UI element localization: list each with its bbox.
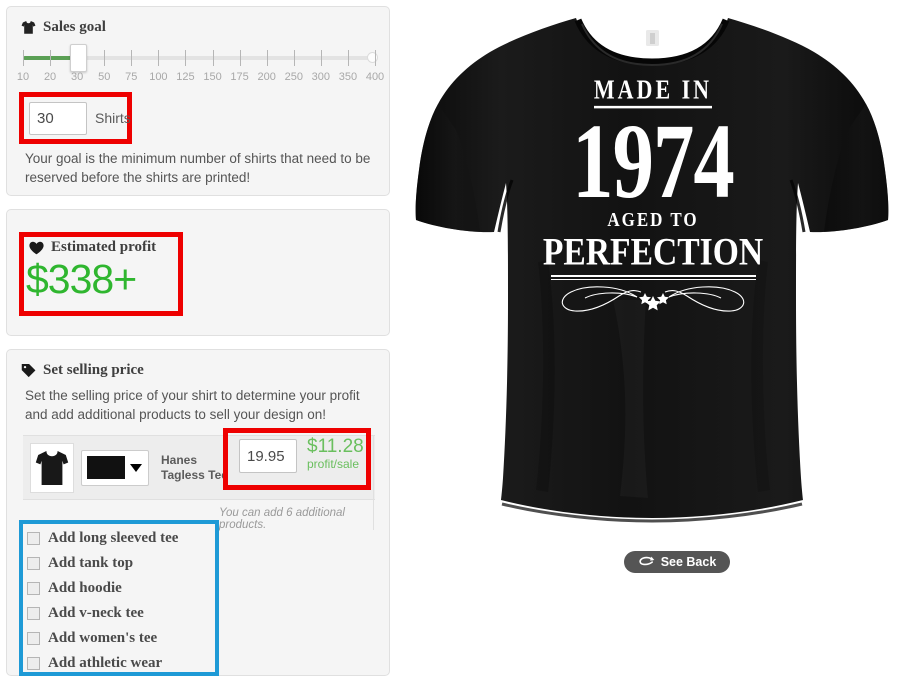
additional-product-label: Add long sleeved tee (48, 530, 179, 546)
estimated-profit-panel: Estimated profit $338+ (6, 209, 390, 336)
slider-tick (104, 50, 106, 66)
slider-tick (320, 50, 322, 66)
slider-tick-labels: 10 20 30 50 75 100 125 150 175 200 250 300 350 400 (17, 71, 385, 87)
additional-products-checklist: Add long sleeved tee Add tank top Add hood… (27, 526, 215, 676)
sales-goal-panel: Sales goal 10 20 30 50 75 100 125 150 175 200 250 3… (6, 6, 390, 196)
slider-tick (212, 50, 214, 66)
product-thumbnail (30, 442, 74, 493)
slider-tick (347, 50, 349, 66)
slider-tick-label: 150 (203, 71, 222, 83)
slider-tick-label: 200 (257, 71, 276, 83)
shirts-unit-label: Shirts (95, 110, 131, 126)
sales-goal-title: Sales goal (43, 19, 106, 35)
slider-tick (293, 50, 295, 66)
additional-products-note: You can add 6 additional products. (219, 507, 345, 531)
additional-product-item[interactable]: Add athletic wear (27, 651, 215, 676)
selling-price-input[interactable] (239, 439, 297, 473)
sales-goal-slider[interactable] (23, 44, 378, 72)
slider-tick-label: 10 (16, 71, 30, 83)
additional-product-label: Add women's tee (48, 630, 158, 646)
slider-end-knob (367, 52, 378, 63)
slider-tick-label: 50 (98, 71, 111, 83)
slider-tick-label: 125 (176, 71, 195, 83)
slider-tick-label: 250 (284, 71, 303, 83)
additional-product-item[interactable]: Add hoodie (27, 576, 215, 601)
slider-tick-label: 30 (71, 71, 84, 83)
tshirt-mockup-image (415, 18, 889, 523)
slider-tick (23, 50, 24, 66)
left-settings-column: Sales goal 10 20 30 50 75 100 125 150 175 200 250 3… (6, 6, 390, 676)
slider-tick (50, 50, 52, 66)
estimated-profit-title: Estimated profit (51, 239, 157, 255)
additional-product-item[interactable]: Add v-neck tee (27, 601, 215, 626)
slider-tick-label: 100 (149, 71, 168, 83)
shirt-preview: MADE IN 1974 AGED TO PERFECTION See Back (398, 0, 905, 676)
slider-tick (131, 50, 133, 66)
sales-goal-help-text: Your goal is the minimum number of shirt… (25, 151, 371, 185)
slider-tick-label: 175 (230, 71, 249, 83)
checkbox[interactable] (27, 632, 40, 645)
additional-product-label: Add v-neck tee (48, 605, 144, 621)
checkbox[interactable] (27, 657, 40, 670)
additional-product-item[interactable]: Add long sleeved tee (27, 526, 215, 551)
additional-product-label: Add hoodie (48, 580, 122, 596)
profit-per-sale-label: profit/sale (307, 457, 360, 471)
checkbox[interactable] (27, 557, 40, 570)
slider-tick (185, 50, 187, 66)
slider-tick-label: 350 (338, 71, 358, 83)
price-tag-icon (21, 363, 36, 378)
selling-price-description: Set the selling price of your shirt to d… (25, 388, 360, 422)
checkbox[interactable] (27, 607, 40, 620)
tshirt-icon (21, 20, 36, 35)
checkbox[interactable] (27, 582, 40, 595)
profit-per-sale-amount: $11.28 (307, 436, 364, 457)
shirts-count-input[interactable] (29, 102, 87, 135)
slider-tick (266, 50, 268, 66)
slider-tick-label: 75 (125, 71, 138, 83)
slider-fill (23, 56, 75, 60)
slider-tick (158, 50, 160, 66)
slider-thumb[interactable] (70, 44, 87, 72)
estimated-profit-amount: $338+ (26, 256, 137, 302)
chevron-down-icon (130, 463, 142, 472)
slider-tick-label: 20 (43, 71, 57, 83)
see-back-label: See Back (660, 555, 717, 569)
additional-product-item[interactable]: Add tank top (27, 551, 215, 576)
additional-product-label: Add tank top (48, 555, 134, 571)
slider-tick-label: 400 (365, 71, 385, 83)
profit-per-sale: $11.28 profit/sale (307, 436, 364, 471)
selling-price-heading: Set selling price (21, 362, 144, 379)
slider-tick (239, 50, 241, 66)
slider-tick (375, 50, 376, 66)
heart-icon (29, 241, 44, 255)
selling-price-panel: Set selling price Set the selling price … (6, 349, 390, 676)
additional-product-item[interactable]: Add women's tee (27, 626, 215, 651)
app-root: Sales goal 10 20 30 50 75 100 125 150 175 200 250 3… (0, 0, 905, 676)
additional-product-label: Add athletic wear (48, 655, 163, 671)
color-swatch (87, 456, 125, 479)
sales-goal-heading: Sales goal (21, 19, 106, 36)
product-color-select[interactable] (81, 449, 149, 486)
see-back-button[interactable]: See Back (624, 551, 730, 573)
flip-arrow-icon (638, 555, 655, 570)
checkbox[interactable] (27, 532, 40, 545)
slider-tick-label: 300 (311, 71, 331, 83)
selling-price-title: Set selling price (43, 362, 144, 378)
estimated-profit-heading: Estimated profit (29, 239, 156, 256)
